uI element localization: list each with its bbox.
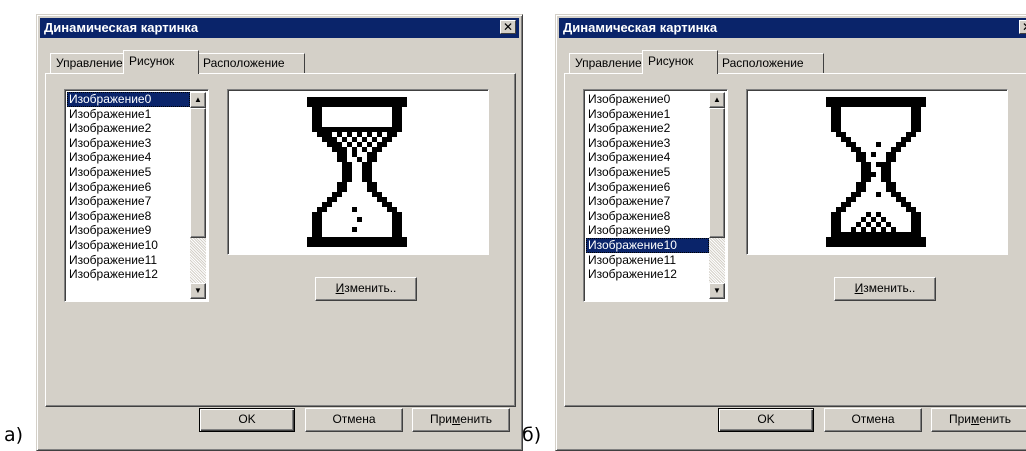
list-item[interactable]: Изображение0 (586, 92, 709, 107)
list-scrollbar[interactable]: ▲ ▼ (709, 92, 725, 299)
list-item[interactable]: Изображение6 (586, 180, 709, 195)
tab-layout[interactable]: Расположение (197, 53, 305, 73)
tab-control[interactable]: Управление (569, 53, 644, 73)
dialog-window: Динамическая картинка ✕ УправлениеРисуно… (555, 14, 1026, 451)
figure-label: а) (4, 424, 24, 446)
list-item[interactable]: Изображение4 (67, 150, 190, 165)
close-icon[interactable]: ✕ (500, 20, 516, 34)
apply-button[interactable]: Применить (931, 408, 1026, 432)
list-scrollbar[interactable]: ▲ ▼ (190, 92, 206, 299)
list-item[interactable]: Изображение0 (67, 92, 190, 107)
hourglass-icon (307, 97, 407, 247)
apply-label-start: При (948, 412, 971, 426)
list-item[interactable]: Изображение7 (67, 194, 190, 209)
list-item[interactable]: Изображение11 (586, 253, 709, 268)
change-label: зменить.. (344, 281, 397, 295)
image-listbox[interactable]: Изображение0 Изображение1 Изображение2 Изоб… (64, 89, 209, 302)
cancel-button[interactable]: Отмена (305, 408, 403, 432)
change-button[interactable]: Изменить.. (315, 277, 417, 301)
arrow-up-icon[interactable]: ▲ (709, 92, 725, 108)
list-item[interactable]: Изображение10 (586, 237, 709, 253)
window-title: Динамическая картинка (563, 20, 718, 35)
list-item[interactable]: Изображение3 (67, 136, 190, 151)
list-item[interactable]: Изображение5 (67, 165, 190, 180)
arrow-up-icon[interactable]: ▲ (190, 92, 206, 108)
arrow-down-icon[interactable]: ▼ (190, 283, 206, 299)
list-item[interactable]: Изображение4 (586, 150, 709, 165)
apply-label-end: енить (979, 412, 1012, 426)
arrow-down-icon[interactable]: ▼ (709, 283, 725, 299)
apply-label-end: енить (460, 412, 493, 426)
apply-mnemonic: м (452, 412, 461, 426)
list-item[interactable]: Изображение11 (67, 253, 190, 268)
title-bar[interactable]: Динамическая картинка ✕ (559, 18, 1026, 38)
dialog-window: Динамическая картинка ✕ УправлениеРисуно… (36, 14, 523, 451)
change-mnemonic: И (335, 281, 345, 295)
tab-layout[interactable]: Расположение (716, 53, 824, 73)
tab-picture[interactable]: Рисунок (642, 50, 718, 74)
list-item[interactable]: Изображение8 (586, 209, 709, 224)
hourglass-icon (826, 97, 926, 247)
list-item[interactable]: Изображение8 (67, 209, 190, 224)
apply-mnemonic: м (971, 412, 980, 426)
change-button[interactable]: Изменить.. (834, 277, 936, 301)
ok-button[interactable]: OK (199, 408, 295, 432)
list-item[interactable]: Изображение6 (67, 180, 190, 195)
figure-label: б) (522, 424, 542, 446)
tab-control[interactable]: Управление (50, 53, 125, 73)
ok-button[interactable]: OK (718, 408, 814, 432)
image-preview (746, 89, 1008, 255)
list-item[interactable]: Изображение3 (586, 136, 709, 151)
change-label: зменить.. (863, 281, 916, 295)
tab-picture[interactable]: Рисунок (123, 50, 199, 74)
image-listbox[interactable]: Изображение0 Изображение1 Изображение2 Изоб… (583, 89, 728, 302)
title-bar[interactable]: Динамическая картинка ✕ (40, 18, 519, 38)
list-item[interactable]: Изображение1 (67, 107, 190, 122)
image-preview (227, 89, 489, 255)
list-item[interactable]: Изображение2 (67, 121, 190, 136)
window-title: Динамическая картинка (44, 20, 199, 35)
list-item[interactable]: Изображение9 (67, 223, 190, 238)
list-item[interactable]: Изображение7 (586, 194, 709, 209)
close-icon[interactable]: ✕ (1019, 20, 1026, 34)
change-mnemonic: И (854, 281, 864, 295)
apply-label-start: При (429, 412, 452, 426)
list-item[interactable]: Изображение10 (67, 238, 190, 253)
scroll-thumb[interactable] (190, 108, 206, 238)
list-item[interactable]: Изображение1 (586, 107, 709, 122)
list-item[interactable]: Изображение12 (586, 267, 709, 282)
list-item[interactable]: Изображение2 (586, 121, 709, 136)
cancel-button[interactable]: Отмена (824, 408, 922, 432)
list-item[interactable]: Изображение12 (67, 267, 190, 282)
list-item[interactable]: Изображение9 (586, 223, 709, 238)
list-item[interactable]: Изображение5 (586, 165, 709, 180)
scroll-thumb[interactable] (709, 108, 725, 238)
apply-button[interactable]: Применить (412, 408, 510, 432)
